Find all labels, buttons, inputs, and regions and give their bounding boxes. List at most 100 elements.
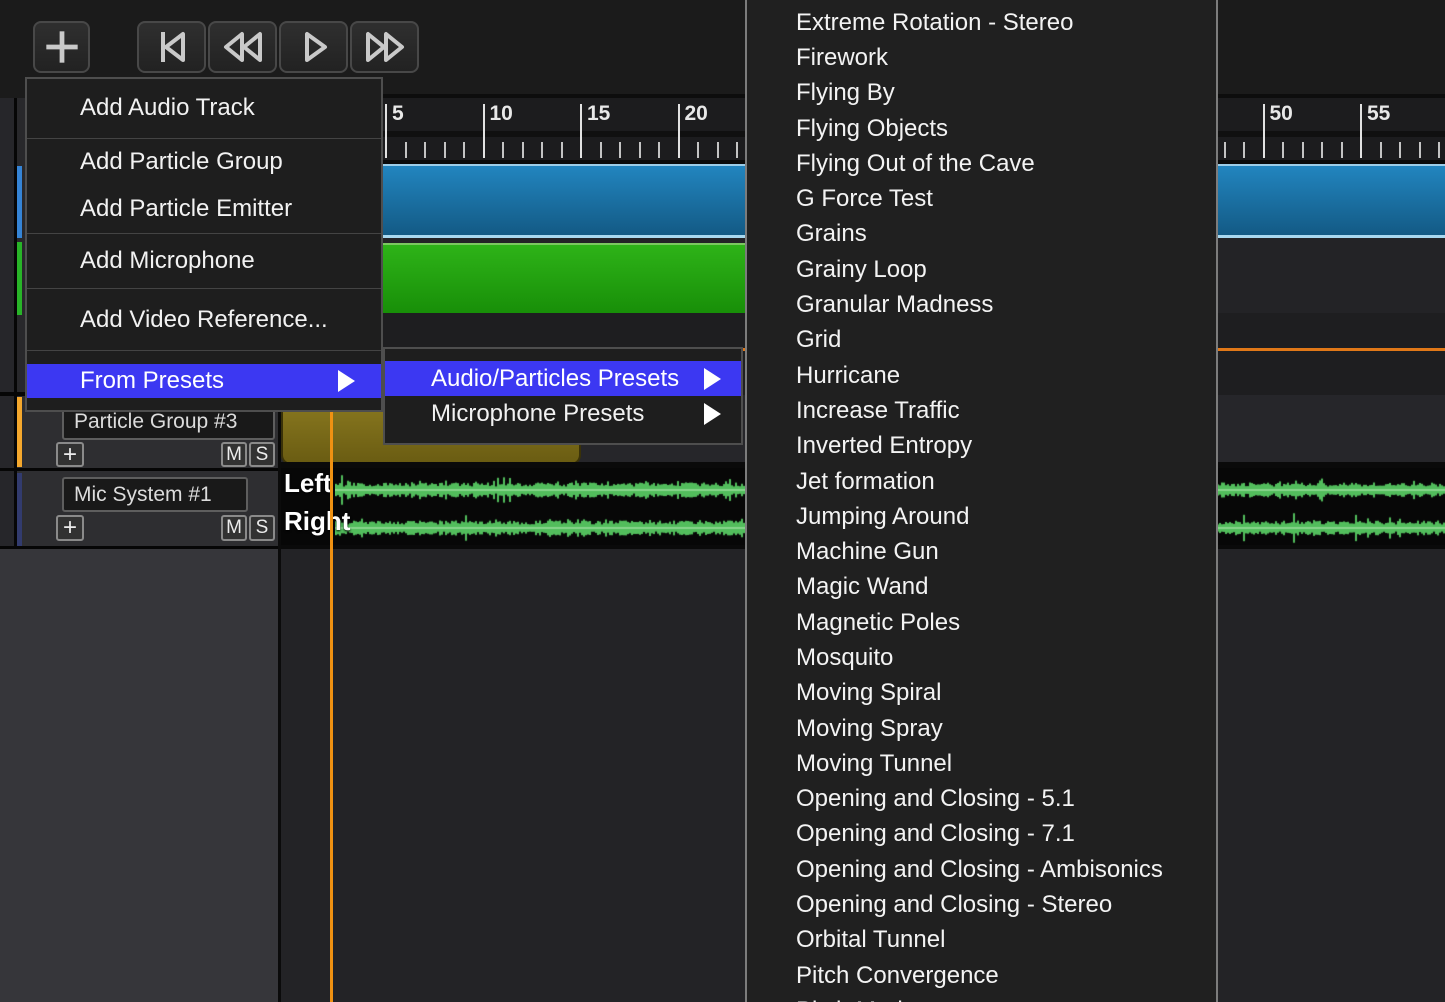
ruler-minor-tick: [1341, 142, 1343, 158]
preset-item[interactable]: Increase Traffic: [747, 393, 1216, 428]
ruler-minor-tick: [1399, 142, 1401, 158]
preset-item[interactable]: Extreme Rotation - Stereo: [747, 5, 1216, 40]
menu-item-add-video-reference[interactable]: Add Video Reference...: [27, 296, 381, 343]
menu-item-add-particle-emitter[interactable]: Add Particle Emitter: [27, 186, 381, 233]
menu-item-label: From Presets: [80, 367, 224, 395]
menu-item-add-microphone[interactable]: Add Microphone: [27, 238, 381, 285]
ruler-minor-tick: [444, 142, 446, 158]
preset-item[interactable]: Moving Spiral: [747, 676, 1216, 711]
track-color-strip-green: [17, 242, 22, 315]
ruler-minor-tick: [619, 142, 621, 158]
audio-clip-green[interactable]: [335, 243, 747, 313]
ruler-major-tick: [1360, 104, 1362, 158]
ruler-minor-tick: [405, 142, 407, 158]
ruler-major-tick: [1263, 104, 1265, 158]
preset-item[interactable]: Grid: [747, 323, 1216, 358]
ruler-minor-tick: [736, 142, 738, 158]
menu-item-add-particle-group[interactable]: Add Particle Group: [27, 139, 381, 186]
ruler-minor-tick: [541, 142, 543, 158]
rewind-button[interactable]: [208, 21, 277, 73]
ruler-minor-tick: [424, 142, 426, 158]
ruler-minor-tick: [1321, 142, 1323, 158]
preset-item[interactable]: Jumping Around: [747, 499, 1216, 534]
submenu-item-label: Microphone Presets: [431, 400, 644, 428]
ruler-minor-tick: [1282, 142, 1284, 158]
ruler-minor-tick: [561, 142, 563, 158]
ruler-minor-tick: [658, 142, 660, 158]
submenu-item-audio-particles-presets[interactable]: Audio/Particles Presets: [385, 361, 741, 396]
submenu-arrow-icon: [704, 368, 721, 390]
preset-item[interactable]: Grainy Loop: [747, 252, 1216, 287]
menu-item-add-audio-track[interactable]: Add Audio Track: [27, 85, 381, 132]
plus-icon: [43, 28, 81, 66]
skip-to-start-button[interactable]: [137, 21, 206, 73]
preset-item[interactable]: Hurricane: [747, 358, 1216, 393]
ruler-minor-tick: [522, 142, 524, 158]
play-icon: [294, 27, 334, 67]
presets-submenu: Audio/Particles Presets Microphone Prese…: [383, 347, 743, 445]
preset-item[interactable]: Flying Objects: [747, 111, 1216, 146]
submenu-arrow-icon: [338, 370, 355, 392]
track-color-strip-orange: [17, 397, 22, 467]
add-lane-button[interactable]: +: [56, 515, 84, 541]
preset-item[interactable]: Opening and Closing - 7.1: [747, 817, 1216, 852]
rewind-icon: [218, 27, 268, 67]
play-button[interactable]: [279, 21, 348, 73]
preset-item[interactable]: Orbital Tunnel: [747, 923, 1216, 958]
lower-left-panel: [0, 549, 278, 1002]
preset-item[interactable]: Opening and Closing - Ambisonics: [747, 852, 1216, 887]
mute-button[interactable]: M: [221, 442, 247, 467]
ruler-tick-label: 5: [392, 102, 404, 126]
preset-item[interactable]: Magnetic Poles: [747, 605, 1216, 640]
submenu-item-microphone-presets[interactable]: Microphone Presets: [385, 396, 741, 431]
ruler-minor-tick: [1243, 142, 1245, 158]
ruler-minor-tick: [697, 142, 699, 158]
add-track-button[interactable]: [33, 21, 90, 73]
add-menu: Add Audio Track Add Particle Group Add P…: [25, 77, 383, 412]
channel-label-left: Left: [284, 468, 332, 499]
preset-item[interactable]: Moving Spray: [747, 711, 1216, 746]
fast-forward-button[interactable]: [350, 21, 419, 73]
preset-item[interactable]: Pitch Convergence: [747, 958, 1216, 993]
ruler-tick-label: 20: [685, 102, 708, 126]
preset-item[interactable]: Flying Out of the Cave: [747, 146, 1216, 181]
track-color-strip-navy: [17, 473, 22, 546]
ruler-minor-tick: [600, 142, 602, 158]
add-lane-button[interactable]: +: [56, 442, 84, 467]
track-name-field[interactable]: Mic System #1: [62, 477, 248, 512]
ruler-minor-tick: [1419, 142, 1421, 158]
preset-item[interactable]: Moving Tunnel: [747, 746, 1216, 781]
track-color-strip-blue: [17, 166, 22, 238]
ruler-tick-label: 55: [1367, 102, 1390, 126]
ruler-tick-label: 50: [1270, 102, 1293, 126]
submenu-item-label: Audio/Particles Presets: [431, 365, 679, 393]
preset-item[interactable]: Firework: [747, 40, 1216, 75]
preset-item[interactable]: Magic Wand: [747, 570, 1216, 605]
preset-list-panel: Extreme Rotation - StereoFireworkFlying …: [745, 0, 1218, 1002]
preset-item[interactable]: Mosquito: [747, 640, 1216, 675]
ruler-minor-tick: [502, 142, 504, 158]
preset-item[interactable]: Pitch Madness: [747, 993, 1216, 1002]
fast-forward-icon: [360, 27, 410, 67]
ruler-minor-tick: [1302, 142, 1304, 158]
preset-item[interactable]: Grains: [747, 217, 1216, 252]
solo-button[interactable]: S: [249, 442, 275, 467]
preset-item[interactable]: Opening and Closing - Stereo: [747, 887, 1216, 922]
ruler-minor-tick: [1380, 142, 1382, 158]
channel-label-right: Right: [284, 506, 350, 537]
ruler-major-tick: [385, 104, 387, 158]
solo-button[interactable]: S: [249, 515, 275, 541]
preset-item[interactable]: Opening and Closing - 5.1: [747, 782, 1216, 817]
preset-item[interactable]: Machine Gun: [747, 534, 1216, 569]
ruler-minor-tick: [463, 142, 465, 158]
menu-item-from-presets[interactable]: From Presets: [27, 364, 381, 398]
mute-button[interactable]: M: [221, 515, 247, 541]
preset-item[interactable]: Jet formation: [747, 464, 1216, 499]
preset-item[interactable]: Granular Madness: [747, 287, 1216, 322]
submenu-arrow-icon: [704, 403, 721, 425]
preset-item[interactable]: G Force Test: [747, 181, 1216, 216]
header-outer-column: [0, 98, 14, 549]
preset-item[interactable]: Inverted Entropy: [747, 429, 1216, 464]
preset-item[interactable]: Flying By: [747, 76, 1216, 111]
skip-to-start-icon: [152, 27, 192, 67]
